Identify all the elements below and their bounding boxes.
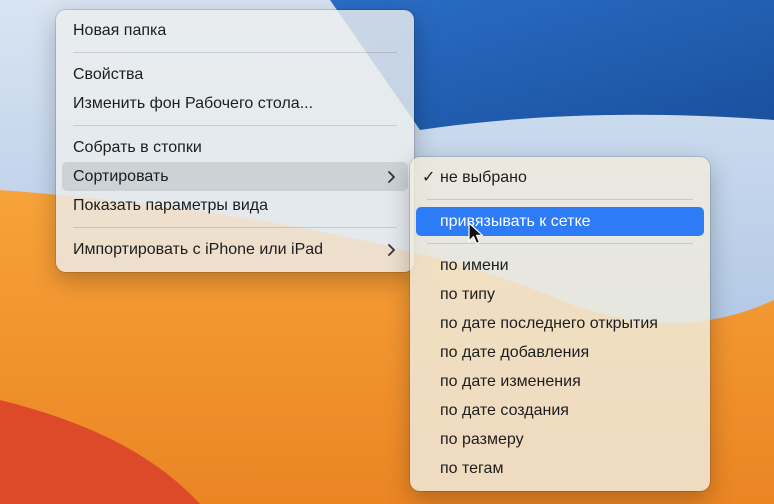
menu-item-get-info[interactable]: Свойства [62, 60, 408, 89]
submenu-item-label: по размеру [440, 431, 524, 448]
menu-item-show-view-options[interactable]: Показать параметры вида [62, 191, 408, 220]
submenu-item-by-date-modified[interactable]: по дате изменения [416, 367, 704, 396]
menu-item-label: Импортировать с iPhone или iPad [73, 241, 324, 258]
menu-item-sort-by[interactable]: Сортировать [62, 162, 408, 191]
submenu-item-snap-to-grid[interactable]: привязывать к сетке [416, 207, 704, 236]
sort-by-submenu: ✓ не выбрано привязывать к сетке по имен… [410, 157, 710, 491]
submenu-item-label: по дате изменения [440, 373, 581, 390]
menu-item-label: Показать параметры вида [73, 197, 269, 214]
chevron-right-icon [387, 235, 396, 264]
menu-separator [427, 199, 693, 200]
menu-item-label: Свойства [73, 66, 144, 83]
submenu-item-by-tags[interactable]: по тегам [416, 454, 704, 483]
menu-item-change-wallpaper[interactable]: Изменить фон Рабочего стола... [62, 89, 408, 118]
submenu-item-label: по дате последнего открытия [440, 315, 658, 332]
submenu-item-label: по дате создания [440, 402, 569, 419]
submenu-item-by-date-added[interactable]: по дате добавления [416, 338, 704, 367]
menu-item-use-stacks[interactable]: Собрать в стопки [62, 133, 408, 162]
submenu-item-label: привязывать к сетке [440, 213, 591, 230]
menu-separator [73, 227, 397, 228]
submenu-item-by-name[interactable]: по имени [416, 251, 704, 280]
submenu-item-label: по дате добавления [440, 344, 590, 361]
menu-item-import-from-iphone[interactable]: Импортировать с iPhone или iPad [62, 235, 408, 264]
mouse-pointer-icon [468, 222, 484, 245]
submenu-item-label: не выбрано [440, 169, 527, 186]
submenu-item-label: по тегам [440, 460, 504, 477]
menu-item-label: Изменить фон Рабочего стола... [73, 95, 314, 112]
menu-item-label: Собрать в стопки [73, 139, 202, 156]
submenu-item-none[interactable]: ✓ не выбрано [416, 163, 704, 192]
checkmark-icon: ✓ [422, 169, 436, 186]
chevron-right-icon [387, 162, 396, 191]
submenu-item-by-date-created[interactable]: по дате создания [416, 396, 704, 425]
menu-item-label: Сортировать [73, 168, 169, 185]
submenu-item-label: по типу [440, 286, 495, 303]
submenu-item-by-kind[interactable]: по типу [416, 280, 704, 309]
submenu-item-by-date-last-opened[interactable]: по дате последнего открытия [416, 309, 704, 338]
desktop-context-menu: Новая папка Свойства Изменить фон Рабоче… [56, 10, 414, 272]
menu-separator [73, 52, 397, 53]
menu-item-new-folder[interactable]: Новая папка [62, 16, 408, 45]
menu-item-label: Новая папка [73, 22, 167, 39]
submenu-item-by-size[interactable]: по размеру [416, 425, 704, 454]
menu-separator [427, 243, 693, 244]
menu-separator [73, 125, 397, 126]
submenu-item-label: по имени [440, 257, 509, 274]
